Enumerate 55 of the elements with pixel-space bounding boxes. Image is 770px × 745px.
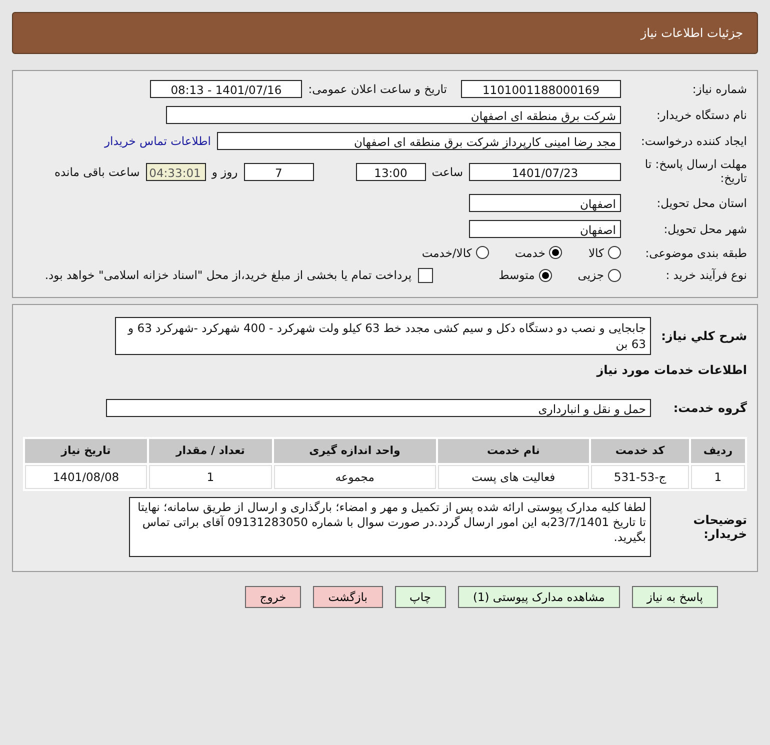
payment-note: پرداخت تمام یا بخشی از مبلغ خرید،از محل "اسناد خزانه اسلامی" خواهد بود.	[44, 268, 412, 282]
table-cell: فعالیت های پست	[438, 464, 590, 489]
column-header: ردیف	[690, 438, 745, 463]
action-button[interactable]: مشاهده مدارک پیوستی (1)	[458, 586, 620, 608]
field-label: ساعت	[432, 164, 463, 179]
table-cell: مجموعه	[274, 464, 436, 489]
column-header: کد خدمت	[591, 438, 689, 463]
field-label: ساعت باقی مانده	[54, 164, 140, 179]
action-button[interactable]: چاپ	[394, 586, 446, 608]
field-label: شهر محل تحویل:	[662, 222, 747, 236]
service-group-field: حمل و نقل و انبارداری	[106, 398, 651, 417]
deadline-time-field: 13:00	[356, 162, 426, 181]
field-label: گروه خدمت:	[672, 400, 747, 415]
section-heading: اطلاعات خدمات مورد نیاز	[595, 362, 747, 377]
radio-option[interactable]: جزیی	[578, 268, 621, 282]
radio-option[interactable]: متوسط	[498, 268, 552, 282]
buyer-contact-link[interactable]: اطلاعات تماس خریدار	[104, 134, 211, 148]
action-button[interactable]: خروج	[244, 586, 302, 608]
column-header: نام خدمت	[438, 438, 590, 463]
province-field: اصفهان	[469, 194, 621, 212]
radio-option[interactable]: کالا/خدمت	[422, 246, 489, 260]
remaining-time-field: 04:33:01	[146, 162, 206, 181]
buyer-org-field: شرکت برق منطقه ای اصفهان	[166, 106, 621, 124]
need-number-field: 1101001188000169	[461, 80, 621, 98]
field-label: طبقه بندی موضوعی:	[644, 246, 747, 260]
description-field: جابجایی و نصب دو دستگاه دکل و سیم کشی مجدد خط 63 کیلو ولت شهرکرد - 400 شهرکرد -شهرکرد 63 و 63 بن	[115, 316, 651, 355]
field-label: روز و	[212, 164, 238, 179]
field-label: شماره نیاز:	[691, 82, 747, 96]
field-label: نوع فرآیند خرید :	[664, 268, 747, 282]
table-cell: 1401/08/08	[25, 464, 147, 489]
action-button[interactable]: پاسخ به نیاز	[632, 586, 718, 608]
days-field: 7	[244, 162, 314, 181]
radio-option[interactable]: کالا	[588, 246, 621, 260]
field-label: ایجاد کننده درخواست:	[640, 134, 747, 148]
field-label: مهلت ارسال پاسخ: تا تاریخ:	[644, 158, 747, 186]
field-label: نام دستگاه خریدار:	[655, 108, 747, 122]
field-label: شرح کلي نیاز:	[660, 328, 747, 343]
radio-option[interactable]: خدمت	[514, 246, 562, 260]
field-label: توضیحات خریدار:	[692, 512, 747, 541]
deadline-date-field: 1401/07/23	[469, 162, 621, 181]
action-button[interactable]: بازگشت	[313, 586, 382, 608]
table-cell: 1	[690, 464, 745, 489]
table-cell: ج-53-531	[591, 464, 689, 489]
buyer-notes-field: لطفا کلیه مدارک پیوستی ارائه شده پس از تکمیل و مهر و امضاء؛ بارگذاری و ارسال از طریق سامانه؛ نهایتا تا تاریخ 23/7/1401به این امور ارسال گردد.در صورت سوال با شماره 09131283050 آقای براتی تماس بگیرید.	[129, 496, 651, 557]
field-label: تاریخ و ساعت اعلان عمومی:	[308, 82, 447, 96]
announce-date-field: 1401/07/16 - 08:13	[150, 80, 302, 98]
city-field: اصفهان	[469, 220, 621, 238]
page-title: جزئیات اطلاعات نیاز	[640, 26, 743, 40]
column-header: تاریخ نیاز	[25, 438, 147, 463]
checkbox[interactable]	[418, 268, 433, 283]
column-header: تعداد / مقدار	[148, 438, 272, 463]
field-label: استان محل تحویل:	[656, 196, 747, 210]
table-cell: 1	[148, 464, 272, 489]
column-header: واحد اندازه گیری	[274, 438, 436, 463]
creator-field: مجد رضا امینی کارپرداز شرکت برق منطقه ای اصفهان	[217, 132, 621, 150]
